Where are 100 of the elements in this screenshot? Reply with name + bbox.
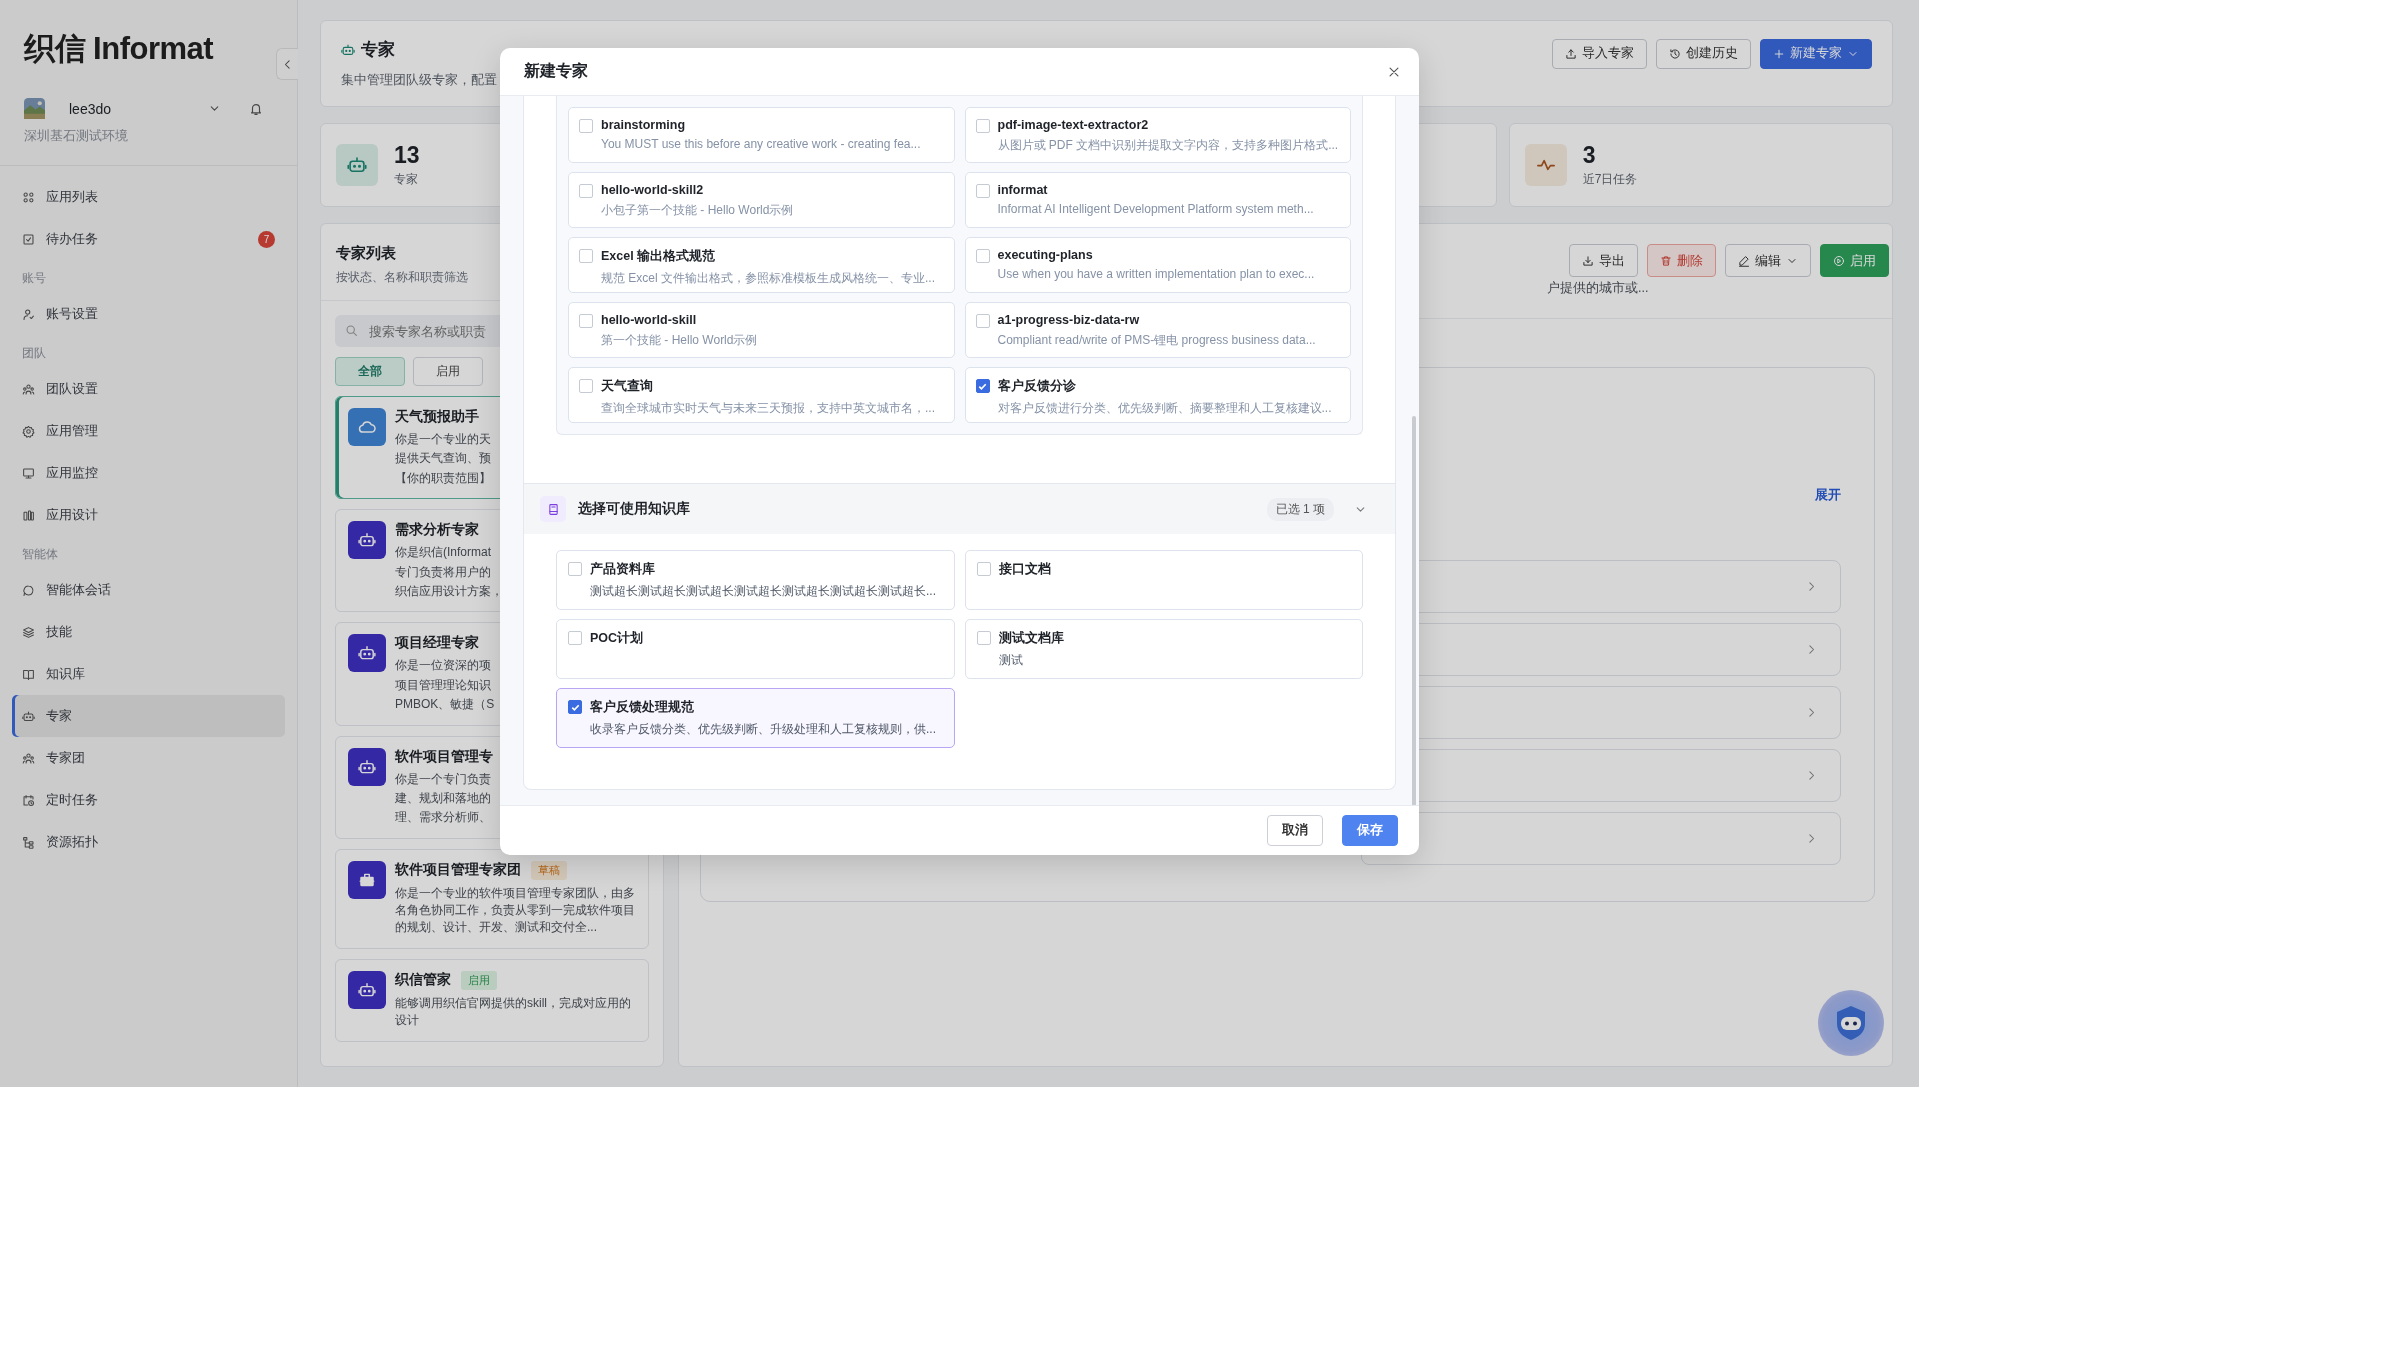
nav-item[interactable]: 团队设置 xyxy=(12,368,285,410)
page-title: 专家 xyxy=(361,39,395,61)
knowledge-option[interactable]: 产品资料库 测试超长测试超长测试超长测试超长测试超长测试超长测试超长... xyxy=(556,550,955,610)
expert-description: 专门负责将用户的 xyxy=(395,563,492,581)
collapse-button[interactable] xyxy=(276,48,298,80)
header-button[interactable]: 新建专家 xyxy=(1760,38,1872,69)
nav-item-label: 账号设置 xyxy=(46,305,99,323)
nav-item[interactable]: 应用管理 xyxy=(12,410,285,452)
scrollbar-thumb[interactable] xyxy=(1412,416,1416,805)
nav-item[interactable]: 专家团 xyxy=(12,737,285,779)
nav-item-label: 应用列表 xyxy=(46,188,99,206)
knowledge-name: 测试文档库 xyxy=(998,630,1064,647)
skill-description: Compliant read/write of PMS-锂电 progress business data... xyxy=(997,332,1316,349)
nav-item[interactable]: 专家 xyxy=(12,695,285,737)
nav-item[interactable]: 待办任务 7 xyxy=(12,218,285,260)
nav-item[interactable]: 账号设置 xyxy=(12,293,285,335)
checkbox[interactable] xyxy=(568,631,582,645)
expert-description: 建、规划和落地的 xyxy=(395,789,492,807)
skill-name: a1-progress-biz-data-rw xyxy=(997,313,1141,327)
nav-section-label: 账号 xyxy=(21,270,47,287)
expand-link[interactable]: 展开 xyxy=(1815,486,1841,504)
save-button[interactable]: 保存 xyxy=(1342,815,1398,846)
skill-description: 小包子第一个技能 - Hello World示例 xyxy=(601,202,794,219)
skill-description: 从图片或 PDF 文档中识别并提取文字内容，支持多种图片格式... xyxy=(997,137,1339,154)
expert-description: 项目管理理论知识 xyxy=(395,676,492,694)
action-button[interactable]: 编辑 xyxy=(1725,244,1811,277)
expert-card[interactable]: 织信管家 启用 能够调用织信官网提供的skill，完成对应用的设计 xyxy=(335,958,649,1042)
skill-name: 天气查询 xyxy=(601,378,654,395)
knowledge-option[interactable]: 测试文档库 测试 xyxy=(964,619,1363,679)
skill-option[interactable]: Excel 输出格式规范 规范 Excel 文件输出格式，参照标准模板生成风格统一、专业... xyxy=(568,237,955,293)
nav-item-label: 知识库 xyxy=(46,665,86,683)
cancel-button[interactable]: 取消 xyxy=(1267,815,1323,846)
skill-option[interactable]: hello-world-skill 第一个技能 - Hello World示例 xyxy=(568,302,955,358)
nav-item[interactable]: 智能体会话 xyxy=(12,569,285,611)
status-tag: 启用 xyxy=(461,970,497,990)
filter-tab[interactable]: 全部 xyxy=(335,357,405,386)
check-icon xyxy=(22,232,35,246)
action-button[interactable]: 删除 xyxy=(1647,244,1716,277)
checkbox[interactable] xyxy=(975,379,990,393)
skill-description: You MUST use this before any creative work - creating fea... xyxy=(601,137,921,151)
checkbox[interactable] xyxy=(579,119,593,133)
knowledge-option[interactable]: POC计划 xyxy=(556,619,955,679)
expert-description: PMBOK、敏捷（S xyxy=(395,696,495,714)
header-button[interactable]: 导入专家 xyxy=(1552,38,1647,69)
dialog-title: 新建专家 xyxy=(524,61,588,81)
nav-item[interactable]: 技能 xyxy=(12,611,285,653)
skill-name: hello-world-skill2 xyxy=(601,183,705,197)
knowledge-option[interactable]: 接口文档 xyxy=(964,550,1363,610)
checkbox[interactable] xyxy=(976,562,991,576)
checkbox[interactable] xyxy=(568,562,582,576)
nav-item-label: 应用监控 xyxy=(46,464,99,482)
checkbox[interactable] xyxy=(568,700,582,714)
skill-option[interactable]: executing-plans Use when you have a written implementation plan to exec... xyxy=(964,237,1351,293)
robot-icon xyxy=(358,980,376,999)
nav-item[interactable]: 应用监控 xyxy=(12,452,285,494)
expert-description: 你是一个专业的软件项目管理专家团队，由多名角色协同工作，负责从零到一完成软件项目的规划、设计、开发、测试和交付全... xyxy=(395,884,636,937)
checkbox[interactable] xyxy=(579,249,593,263)
skill-option[interactable]: 天气查询 查询全球城市实时天气与未来三天预报，支持中英文城市名，... xyxy=(568,367,955,423)
expert-description: 你是一个专门负责 xyxy=(395,770,492,788)
knowledge-description: 测试 xyxy=(998,652,1024,669)
skill-option[interactable]: hello-world-skill2 小包子第一个技能 - Hello World示例 xyxy=(568,172,955,228)
checkbox[interactable] xyxy=(579,379,593,393)
expert-name: 软件项目管理专家团 xyxy=(395,861,521,880)
nav-section-label: 智能体 xyxy=(21,546,59,563)
checkbox[interactable] xyxy=(579,314,593,328)
expert-description: 你是织信(Informat xyxy=(395,544,492,562)
skill-description: 规范 Excel 文件输出格式，参照标准模板生成风格统一、专业... xyxy=(601,270,935,287)
nav-item[interactable]: 应用列表 xyxy=(12,176,285,218)
skill-option[interactable]: informat Informat AI Intelligent Development Platform system meth... xyxy=(964,172,1351,228)
knowledge-option[interactable]: 客户反馈处理规范 收录客户反馈分类、优先级判断、升级处理和人工复核规则，供... xyxy=(556,688,955,748)
stat-value: 3 xyxy=(1582,142,1597,169)
skill-option[interactable]: a1-progress-biz-data-rw Compliant read/write of PMS-锂电 progress business data... xyxy=(964,302,1351,358)
checkbox[interactable] xyxy=(975,314,990,328)
nav-item[interactable]: 资源拓扑 xyxy=(12,821,285,863)
expert-name: 织信管家 xyxy=(395,971,451,990)
columns-icon xyxy=(22,508,35,522)
grid-icon xyxy=(22,190,35,204)
checkbox[interactable] xyxy=(975,249,990,263)
stat-label: 专家 xyxy=(394,171,419,188)
skill-option[interactable]: brainstorming You MUST use this before any creative work - creating fea... xyxy=(568,107,955,163)
skill-name: pdf-image-text-extractor2 xyxy=(997,118,1150,132)
pen-icon xyxy=(1738,254,1750,267)
checkbox[interactable] xyxy=(579,184,593,198)
page-subtitle: 集中管理团队级专家，配置 xyxy=(341,71,497,89)
clock-icon xyxy=(22,793,35,807)
upload-icon xyxy=(1565,47,1577,60)
nav-item-label: 应用管理 xyxy=(46,422,99,440)
nav-item[interactable]: 定时任务 xyxy=(12,779,285,821)
checkbox[interactable] xyxy=(975,184,990,198)
skill-description: Informat AI Intelligent Development Platform system meth... xyxy=(997,202,1314,216)
history-icon xyxy=(1669,47,1681,60)
action-button[interactable]: 导出 xyxy=(1569,244,1638,277)
filter-tab[interactable]: 启用 xyxy=(413,357,483,386)
header-button[interactable]: 创建历史 xyxy=(1656,38,1751,69)
nav-item[interactable]: 知识库 xyxy=(12,653,285,695)
nav-item[interactable]: 应用设计 xyxy=(12,494,285,536)
skill-option[interactable]: 客户反馈分诊 对客户反馈进行分类、优先级判断、摘要整理和人工复核建议... xyxy=(964,367,1351,423)
checkbox[interactable] xyxy=(975,119,990,133)
checkbox[interactable] xyxy=(976,631,991,645)
skill-option[interactable]: pdf-image-text-extractor2 从图片或 PDF 文档中识别并提取文字内容，支持多种图片格式... xyxy=(964,107,1351,163)
